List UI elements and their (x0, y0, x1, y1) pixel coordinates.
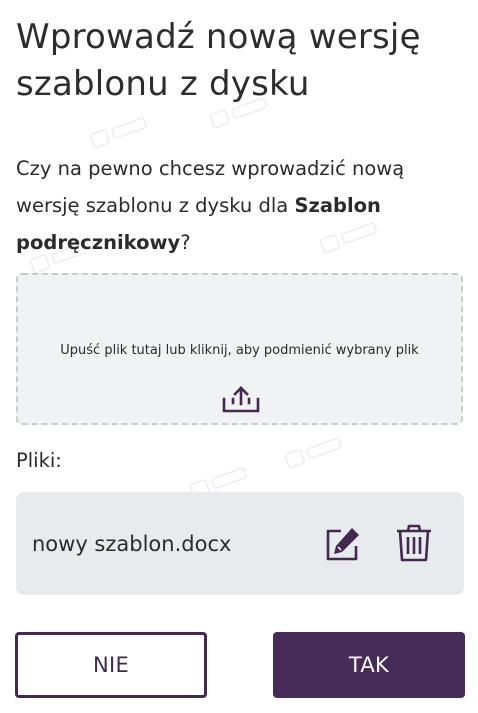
replace-template-dialog: Wprowadź nową wersję szablonu z dysku Cz… (0, 0, 478, 713)
no-button[interactable]: NIE (15, 632, 207, 698)
edit-icon[interactable] (325, 526, 361, 562)
file-item: nowy szablon.docx (16, 492, 464, 595)
yes-button[interactable]: TAK (273, 632, 465, 698)
confirmation-question: Czy na pewno chcesz wprowadzić nową wers… (16, 150, 468, 261)
dialog-title: Wprowadź nową wersję szablonu z dysku (16, 17, 421, 104)
upload-icon (222, 386, 260, 413)
dropzone-instructions: Upuść plik tutaj lub kliknij, aby podmie… (60, 343, 419, 358)
trash-icon[interactable] (396, 524, 432, 562)
file-name: nowy szablon.docx (32, 532, 232, 556)
question-mark: ? (180, 231, 191, 254)
files-label: Pliki: (16, 449, 62, 472)
file-dropzone[interactable]: Upuść plik tutaj lub kliknij, aby podmie… (16, 273, 463, 425)
